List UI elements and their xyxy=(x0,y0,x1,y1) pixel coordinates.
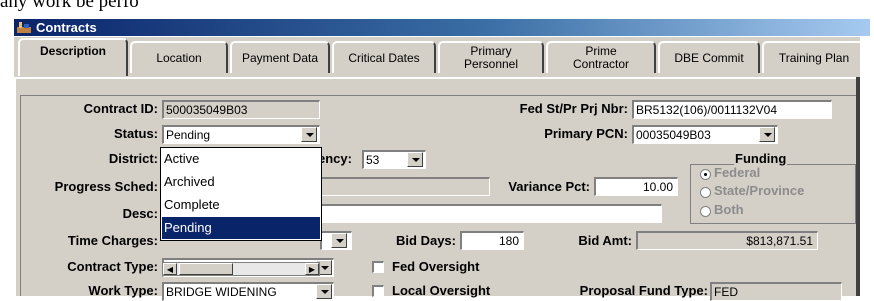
desc-field[interactable] xyxy=(320,204,662,223)
tab-strip: Description Location Payment Data Critic… xyxy=(14,37,874,77)
tab-prime-contractor[interactable]: Prime Contractor xyxy=(546,41,656,73)
fed-oversight-label: Fed Oversight xyxy=(392,259,480,274)
contract-id-label: Contract ID: xyxy=(83,101,158,116)
bid-days-label: Bid Days: xyxy=(396,233,456,248)
variance-pct-label: Variance Pct: xyxy=(508,179,590,194)
tab-primary-personnel[interactable]: Primary Personnel xyxy=(438,41,544,73)
time-charges-label: Time Charges: xyxy=(67,233,158,248)
fed-oversight-checkbox[interactable] xyxy=(372,261,384,273)
tab-location[interactable]: Location xyxy=(130,41,228,73)
tab-critical-dates[interactable]: Critical Dates xyxy=(332,41,436,73)
work-type-dropdown-button[interactable] xyxy=(316,284,332,299)
tab-training-plan[interactable]: Training Plan xyxy=(762,41,866,73)
proposal-fund-type-field[interactable]: FED xyxy=(710,282,842,301)
status-option-complete[interactable]: Complete xyxy=(162,194,320,216)
fed-prj-nbr-field[interactable]: BR5132(106)/0011132V04 xyxy=(632,100,832,119)
status-option-active[interactable]: Active xyxy=(162,148,320,170)
scroll-right-arrow-icon[interactable]: ▶ xyxy=(305,263,319,275)
primary-pcn-select[interactable]: 00035049B03 xyxy=(632,125,778,144)
local-oversight-checkbox[interactable] xyxy=(372,285,384,297)
scroll-left-arrow-icon[interactable]: ◀ xyxy=(163,263,177,275)
status-dropdown-list: Active Archived Complete Pending xyxy=(160,147,322,241)
bid-days-field[interactable]: 180 xyxy=(460,231,524,250)
tab-description[interactable]: Description xyxy=(18,38,128,76)
funding-state-label: State/Province xyxy=(714,183,805,198)
progress-sched-label: Progress Sched: xyxy=(54,179,158,194)
scroll-thumb[interactable] xyxy=(179,263,233,275)
dropdown-horizontal-scrollbar[interactable]: ◀ ▶ xyxy=(162,262,320,276)
status-option-archived[interactable]: Archived xyxy=(162,171,320,193)
funding-state-radio[interactable] xyxy=(700,187,711,198)
status-dropdown-button[interactable] xyxy=(301,127,317,142)
window-title-bar[interactable]: Contracts xyxy=(14,19,870,36)
status-label: Status: xyxy=(113,126,158,141)
work-type-select[interactable]: BRIDGE WIDENING xyxy=(162,282,334,301)
funding-both-radio[interactable] xyxy=(700,206,711,217)
status-select[interactable]: Pending xyxy=(162,125,320,144)
bid-amt-label: Bid Amt: xyxy=(578,233,632,248)
status-option-pending[interactable]: Pending xyxy=(162,217,320,239)
contract-type-label: Contract Type: xyxy=(67,259,158,274)
tab-payment-data[interactable]: Payment Data xyxy=(230,41,330,73)
app-icon xyxy=(17,22,31,33)
fed-prj-nbr-label: Fed St/Pr Prj Nbr: xyxy=(519,101,628,116)
agency-label: ency: xyxy=(318,151,352,166)
desc-label: Desc: xyxy=(122,206,158,221)
primary-pcn-label: Primary PCN: xyxy=(544,126,628,141)
funding-federal-radio[interactable] xyxy=(700,169,711,180)
contract-id-field[interactable]: 500035049B03 xyxy=(162,100,320,119)
tab-dbe-commit[interactable]: DBE Commit xyxy=(658,41,760,73)
funding-federal-label: Federal xyxy=(714,165,761,180)
window-title: Contracts xyxy=(36,20,97,35)
window-edge xyxy=(860,37,874,296)
funding-title: Funding xyxy=(734,151,788,166)
primary-pcn-dropdown-button[interactable] xyxy=(759,127,775,142)
district-label: District: xyxy=(108,151,158,166)
agency-dropdown-button[interactable] xyxy=(407,152,423,167)
progress-sched-field[interactable] xyxy=(320,177,490,196)
funding-both-label: Both xyxy=(714,202,744,217)
variance-pct-field[interactable]: 10.00 xyxy=(594,177,678,196)
time-charges-dropdown-button[interactable] xyxy=(331,233,347,248)
background-document-text: any work be perfo xyxy=(0,0,139,12)
bid-amt-field[interactable]: $813,871.51 xyxy=(636,231,818,250)
